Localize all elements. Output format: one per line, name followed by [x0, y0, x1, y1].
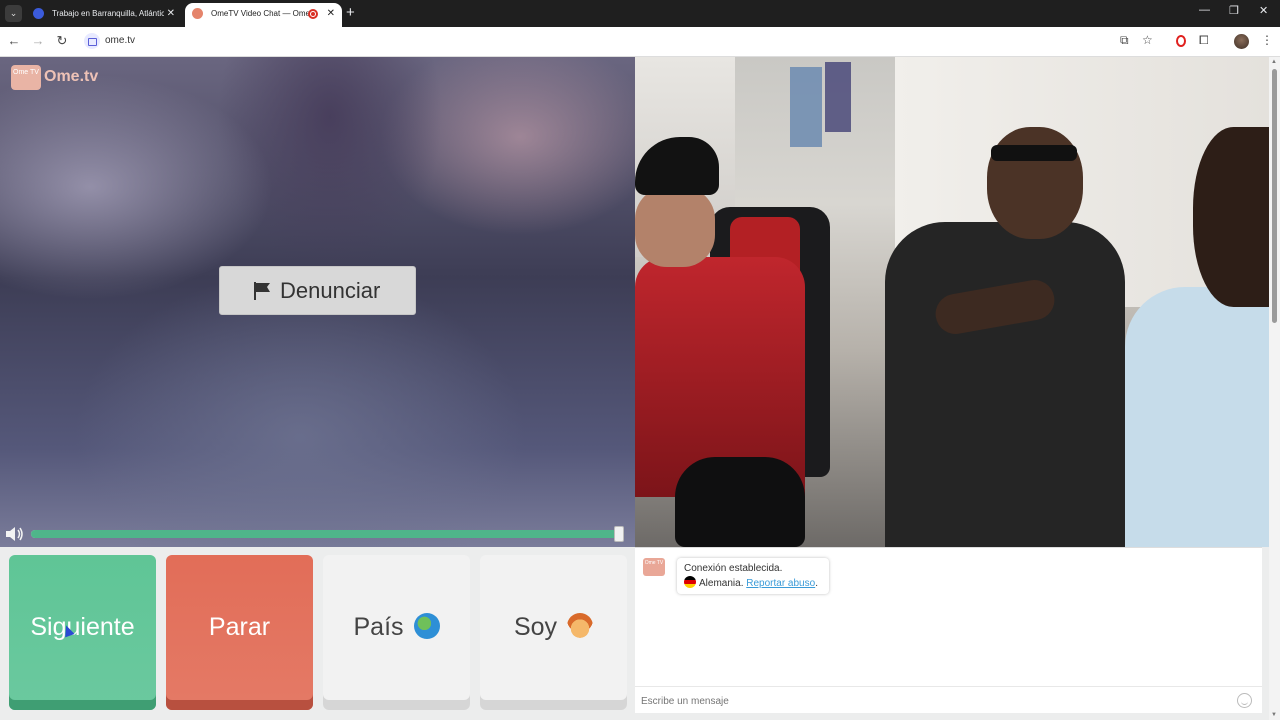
chat-panel: Ome TV Conexión establecida. Alemania. R… [635, 547, 1262, 713]
star-icon[interactable]: ☆ [1142, 33, 1153, 47]
video-person [1193, 127, 1269, 307]
reload-icon[interactable]: ↻ [54, 33, 70, 49]
message-input[interactable] [641, 693, 1226, 709]
close-icon[interactable]: ✕ [327, 3, 335, 25]
address-toolbar: ← → ↻ ome.tv ⧉ ☆ ⧠ ⋮ [0, 27, 1280, 57]
page-scrollbar[interactable]: ▲ ▼ [1269, 57, 1280, 720]
tab-title: OmeTV Video Chat — Ome [211, 9, 310, 18]
kebab-menu-icon[interactable]: ⋮ [1261, 33, 1273, 47]
stranger-video: Ome TV Ome.tv Denunciar [0, 57, 635, 547]
logo-badge: Ome TV [13, 69, 39, 76]
tab-trabajo[interactable]: Trabajo en Barranquilla, Atlántic ✕ [26, 3, 182, 27]
germany-flag-icon [684, 576, 696, 588]
globe-icon [413, 613, 440, 639]
scroll-down-icon[interactable]: ▼ [1271, 712, 1277, 718]
gender-button[interactable]: Soy [480, 555, 627, 710]
scroll-up-icon[interactable]: ▲ [1271, 59, 1277, 65]
opera-icon[interactable] [1176, 35, 1186, 47]
avatar[interactable] [1234, 34, 1249, 49]
recording-icon [308, 9, 318, 19]
stop-button[interactable]: Parar [166, 555, 313, 710]
tab-favicon-icon [192, 8, 203, 19]
restore-icon[interactable]: ❐ [1229, 4, 1239, 17]
tab-strip: ⌄ Trabajo en Barranquilla, Atlántic ✕ Om… [0, 0, 1280, 27]
speaker-icon[interactable] [5, 526, 25, 542]
video-person [1125, 287, 1269, 547]
stranger-country-line: Alemania. Reportar abuso. [684, 576, 829, 591]
gender-button-label: Soy [513, 613, 558, 641]
video-person [885, 222, 1125, 547]
close-icon[interactable]: ✕ [167, 3, 175, 25]
chevron-down-icon[interactable]: ⌄ [5, 5, 22, 22]
country-button[interactable]: País [323, 555, 470, 710]
site-info-icon[interactable] [84, 33, 100, 49]
video-poster [790, 67, 822, 147]
connection-status: Conexión establecida. [684, 563, 783, 574]
address-input[interactable]: ome.tv [105, 35, 135, 46]
ometv-chat-icon: Ome TV [643, 558, 665, 576]
arrow-left-icon[interactable]: ← [6, 33, 22, 48]
tab-favicon-icon [33, 8, 44, 19]
report-button[interactable]: Denunciar [219, 266, 416, 315]
volume-slider[interactable] [31, 526, 624, 542]
volume-thumb[interactable] [614, 526, 624, 542]
stop-button-label: Parar [208, 613, 271, 641]
video-microphone [675, 457, 805, 547]
self-video [635, 57, 1269, 547]
logo-wordmark: Ome.tv [44, 68, 99, 85]
close-window-icon[interactable]: ✕ [1259, 4, 1268, 17]
arrow-right-icon[interactable]: → [30, 33, 46, 48]
next-button[interactable]: Siguiente [9, 555, 156, 710]
tab-ometv[interactable]: OmeTV Video Chat — Ome ✕ [185, 3, 342, 27]
stranger-country: Alemania. [699, 578, 744, 589]
smiley-icon[interactable] [1237, 693, 1252, 708]
country-button-label: País [353, 613, 404, 641]
video-person [991, 145, 1077, 161]
page-content: Ome TV Ome.tv Denunciar ▲ ▼ Siguiente Pa… [0, 57, 1280, 720]
puzzle-icon[interactable]: ⧠ [1199, 33, 1209, 48]
video-person [987, 127, 1083, 239]
install-app-icon[interactable]: ⧉ [1120, 33, 1129, 48]
report-link-period: . [815, 578, 818, 589]
tab-title: Trabajo en Barranquilla, Atlántic [52, 9, 164, 18]
volume-control [0, 522, 635, 547]
system-message: Conexión establecida. Alemania. Reportar… [677, 558, 829, 594]
report-button-label: Denunciar [280, 278, 381, 303]
flag-icon [254, 282, 270, 300]
tv-icon: Ome TV [11, 65, 41, 90]
scroll-thumb[interactable] [1272, 69, 1277, 323]
video-poster [825, 62, 851, 132]
report-abuse-link[interactable]: Reportar abuso [746, 578, 815, 589]
new-tab-button[interactable]: + [346, 3, 355, 23]
video-person [635, 187, 715, 267]
next-button-label: Siguiente [30, 613, 135, 641]
message-composer [635, 686, 1262, 713]
boy-icon [567, 613, 594, 639]
minimize-icon[interactable]: — [1199, 4, 1210, 16]
volume-fill [31, 530, 624, 538]
